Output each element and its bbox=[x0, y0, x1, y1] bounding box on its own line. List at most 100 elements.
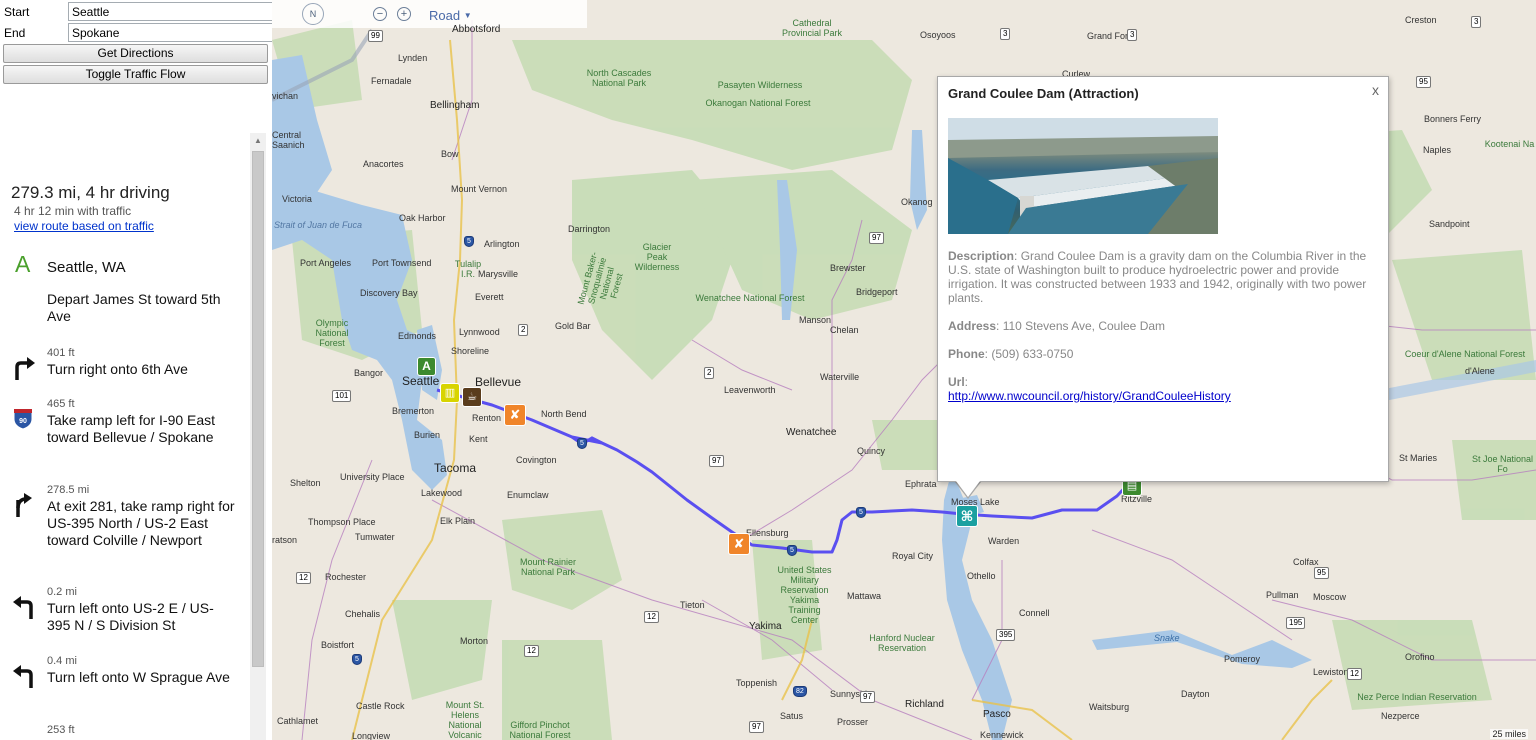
map-label: Orofino bbox=[1405, 652, 1435, 662]
map-label: Tumwater bbox=[355, 532, 395, 542]
route-shield: 12 bbox=[1347, 668, 1362, 680]
directions-list: 279.3 mi, 4 hr driving 4 hr 12 min with … bbox=[0, 133, 266, 740]
map-toolbar: N − + Road ▼ bbox=[272, 0, 587, 28]
map-label: Satus bbox=[780, 711, 804, 721]
map-label: Ellensburg bbox=[746, 528, 789, 538]
map-label: Dayton bbox=[1181, 689, 1210, 699]
map-label: Manson bbox=[799, 315, 832, 325]
interstate-shield: 82 bbox=[793, 686, 807, 697]
map-label: Port Townsend bbox=[372, 258, 432, 268]
scroll-up-arrow-icon[interactable]: ▲ bbox=[250, 133, 266, 149]
close-icon[interactable]: x bbox=[1372, 82, 1379, 98]
description-label: Description bbox=[948, 249, 1015, 263]
end-input[interactable] bbox=[68, 23, 273, 42]
address-label: Address bbox=[948, 319, 997, 333]
map-label: Prosser bbox=[837, 717, 869, 727]
map-label: Naples bbox=[1423, 145, 1452, 155]
map-park-label: Glacier Peak Wilderness bbox=[634, 242, 680, 272]
map-label: Chehalis bbox=[345, 609, 381, 619]
map-park-label: Okanogan National Forest bbox=[705, 98, 811, 108]
route-shield: 95 bbox=[1314, 567, 1329, 579]
hiking-icon[interactable]: ✘ bbox=[728, 533, 750, 555]
turn-right-icon bbox=[12, 355, 36, 381]
map-label: Bellevue bbox=[475, 375, 522, 389]
map-park-label: Tulalip I.R. bbox=[454, 259, 482, 279]
map-label: Warden bbox=[988, 536, 1020, 546]
start-instruction: Depart James St toward 5th Ave bbox=[47, 291, 221, 324]
popup-description: Description: Grand Coulee Dam is a gravi… bbox=[948, 249, 1367, 305]
map-label: Darrington bbox=[568, 224, 611, 234]
directions-scrollbar[interactable]: ▲ bbox=[250, 133, 266, 740]
end-row: End bbox=[0, 22, 273, 42]
chevron-down-icon: ▼ bbox=[463, 11, 472, 20]
start-row: Start bbox=[0, 1, 273, 21]
get-directions-button[interactable]: Get Directions bbox=[3, 44, 268, 63]
map-label: Central Saanich bbox=[272, 130, 305, 150]
map-label: Brewster bbox=[830, 263, 866, 273]
map-view[interactable]: N − + Road ▼ Abbotsford Lynden Fernadale… bbox=[272, 0, 1536, 740]
interstate-shield: 5 bbox=[352, 654, 362, 665]
map-label: Lewiston bbox=[1313, 667, 1349, 677]
map-label: Tieton bbox=[680, 600, 705, 610]
map-park-label: Nez Perce Indian Reservation bbox=[1357, 692, 1477, 702]
start-pin-icon[interactable]: A bbox=[417, 357, 436, 376]
map-label: Everett bbox=[475, 292, 504, 302]
traffic-note: 4 hr 12 min with traffic bbox=[14, 204, 132, 218]
map-label: Oak Harbor bbox=[399, 213, 446, 223]
zoom-in-icon[interactable]: + bbox=[397, 7, 411, 21]
map-label: Kent bbox=[469, 434, 488, 444]
ramp-right-icon bbox=[12, 492, 36, 518]
map-label: Victoria bbox=[282, 194, 312, 204]
route-shield: 101 bbox=[332, 390, 352, 402]
map-label: Mattawa bbox=[847, 591, 882, 601]
phone-text: (509) 633-0750 bbox=[991, 347, 1074, 361]
map-label: Waterville bbox=[820, 372, 860, 382]
map-label: Connell bbox=[1019, 608, 1050, 618]
compass-icon[interactable]: N bbox=[302, 3, 324, 25]
map-label: North Bend bbox=[541, 409, 587, 419]
popup-url: Url: http://www.nwcouncil.org/history/Gr… bbox=[948, 375, 1231, 403]
map-label: Castle Rock bbox=[356, 701, 405, 711]
map-park-label: Olympic National Forest bbox=[315, 318, 349, 348]
map-label: Bellingham bbox=[430, 100, 480, 111]
route-shield: 3 bbox=[1000, 28, 1011, 40]
map-park-label: United States Military Reservation Yakim… bbox=[777, 565, 832, 625]
route-shield: 97 bbox=[860, 691, 875, 703]
step-instruction: Turn left onto W Sprague Ave bbox=[47, 669, 230, 685]
map-label: Gold Bar bbox=[555, 321, 591, 331]
zoom-out-icon[interactable]: − bbox=[373, 7, 387, 21]
hiking-icon[interactable]: ✘ bbox=[504, 404, 526, 426]
building-icon[interactable]: ▥ bbox=[440, 383, 460, 403]
address-text: 110 Stevens Ave, Coulee Dam bbox=[1002, 319, 1166, 333]
interstate-shield-number: 90 bbox=[19, 418, 27, 425]
coffee-icon[interactable]: ☕ bbox=[462, 387, 482, 407]
step-instruction: At exit 281, take ramp right for US-395 … bbox=[47, 498, 235, 548]
map-label: Creston bbox=[1405, 15, 1437, 25]
map-label: Sandpoint bbox=[1429, 219, 1470, 229]
start-input[interactable] bbox=[68, 2, 273, 21]
traffic-route-link[interactable]: view route based on traffic bbox=[14, 219, 154, 233]
attraction-icon[interactable]: ⌘ bbox=[956, 505, 978, 527]
map-label: Wenatchee bbox=[786, 427, 837, 438]
map-label: Marysville bbox=[478, 269, 519, 279]
map-label: Waitsburg bbox=[1089, 702, 1130, 712]
map-label: Bremerton bbox=[392, 406, 435, 416]
map-label: Bridgeport bbox=[856, 287, 898, 297]
turn-left-icon bbox=[12, 663, 36, 689]
map-park-label: Wenatchee National Forest bbox=[695, 293, 805, 303]
scrollbar-thumb[interactable] bbox=[252, 151, 264, 667]
map-label: Seattle bbox=[402, 374, 440, 388]
toggle-traffic-button[interactable]: Toggle Traffic Flow bbox=[3, 65, 268, 84]
map-type-dropdown[interactable]: Road ▼ bbox=[429, 8, 472, 23]
map-label: Kennewick bbox=[980, 730, 1024, 740]
map-label: Toppenish bbox=[736, 678, 778, 688]
interstate-shield: 5 bbox=[787, 545, 797, 556]
step-distance: 253 ft bbox=[47, 724, 75, 736]
step-distance: 0.2 mi bbox=[47, 586, 77, 598]
map-label: Shoreline bbox=[451, 346, 490, 356]
map-label: Leavenworth bbox=[724, 385, 776, 395]
map-park-label: Pasayten Wilderness bbox=[717, 80, 803, 90]
url-link[interactable]: http://www.nwcouncil.org/history/GrandCo… bbox=[948, 389, 1231, 403]
map-label: Pomeroy bbox=[1224, 654, 1261, 664]
url-label: Url bbox=[948, 375, 965, 389]
